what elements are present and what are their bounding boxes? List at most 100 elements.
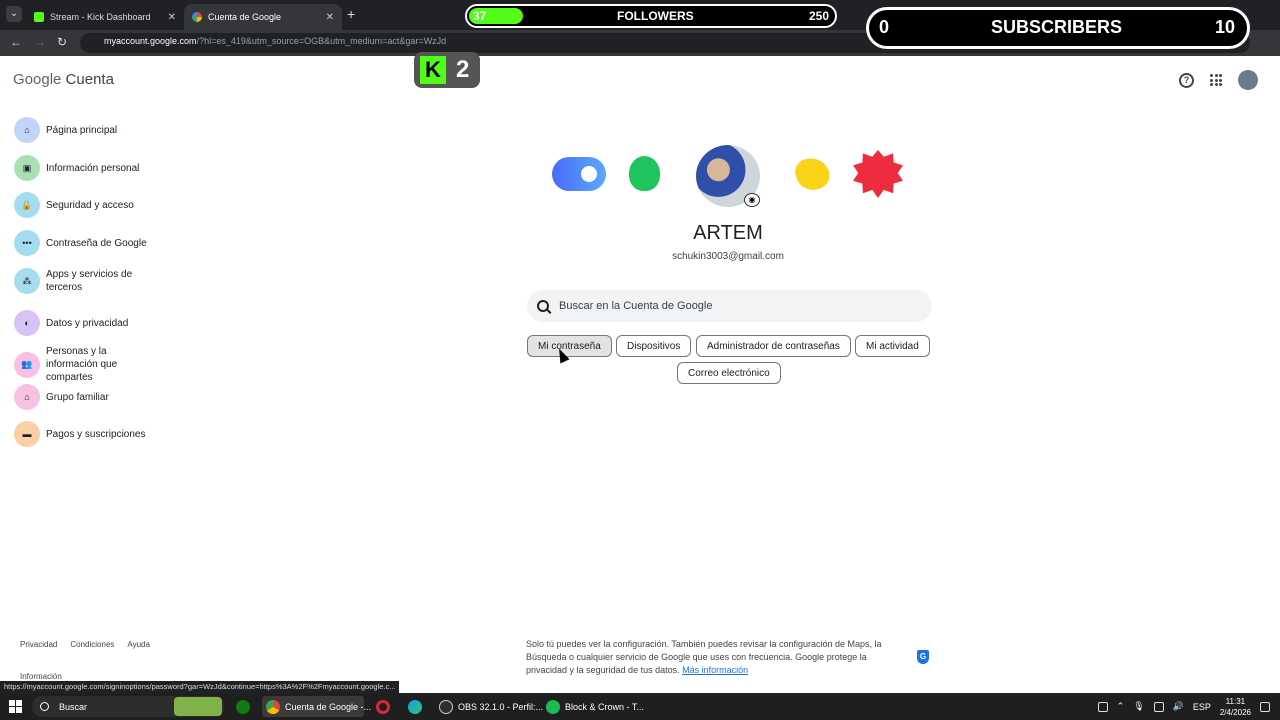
red-star-icon bbox=[853, 150, 903, 198]
followers-label: FOLLOWERS bbox=[617, 9, 694, 23]
windows-taskbar: Buscar Cuenta de Google -... OBS 32.1.0 … bbox=[0, 693, 1280, 720]
url-host: myaccount.google.com bbox=[104, 36, 197, 46]
taskbar-search[interactable]: Buscar bbox=[32, 696, 224, 717]
language-indicator[interactable]: ESP bbox=[1193, 702, 1211, 712]
taskbar-app-obs[interactable]: OBS 32.1.0 - Perfil:... bbox=[435, 696, 543, 717]
privacy-note: Solo tú puedes ver la configuración. Tam… bbox=[526, 638, 906, 677]
xbox-icon bbox=[236, 699, 250, 714]
tab-title: Stream - Kick Dashboard bbox=[50, 12, 151, 22]
lock-icon: 🔒 bbox=[14, 192, 40, 218]
chevron-up-icon[interactable]: ⌃ bbox=[1117, 701, 1125, 712]
sidebar-item-home[interactable]: ⌂ Página principal bbox=[14, 117, 184, 143]
footer-info[interactable]: Información bbox=[20, 672, 62, 681]
clock-time: 11:31 bbox=[1225, 696, 1246, 706]
close-icon[interactable]: ✕ bbox=[168, 12, 176, 23]
windows-start-icon[interactable] bbox=[9, 700, 22, 713]
footer-link-privacy[interactable]: Privacidad bbox=[20, 640, 57, 649]
sidebar-item-label: Información personal bbox=[46, 162, 140, 174]
family-icon: ⌂ bbox=[14, 384, 40, 410]
xbox-app[interactable] bbox=[232, 696, 254, 717]
sidebar-item-card[interactable]: ▬ Pagos y suscripciones bbox=[14, 421, 184, 447]
footer-links: Privacidad Condiciones Ayuda bbox=[20, 640, 150, 649]
kick-icon bbox=[34, 12, 44, 22]
volume-icon[interactable]: 🔊 bbox=[1173, 701, 1184, 712]
kick-logo-icon: K bbox=[420, 56, 446, 84]
search-icon bbox=[40, 702, 49, 711]
chip-password-manager[interactable]: Administrador de contraseñas bbox=[696, 335, 851, 357]
sidebar-item-label: Pagos y suscripciones bbox=[46, 428, 146, 440]
link-status-url: https://myaccount.google.com/signinoptio… bbox=[0, 681, 400, 693]
toggle-shape-icon bbox=[552, 157, 606, 191]
forward-arrow-icon[interactable]: → bbox=[34, 35, 46, 49]
clock-date: 2/4/2026 bbox=[1219, 707, 1251, 717]
tab-google-account[interactable]: Cuenta de Google ✕ bbox=[184, 4, 342, 30]
logo-product: Cuenta bbox=[65, 71, 114, 88]
opera-icon bbox=[376, 699, 390, 714]
google-account-logo[interactable]: Google Cuenta bbox=[13, 71, 114, 88]
notifications-icon[interactable] bbox=[1260, 701, 1270, 712]
share-icon: ⁂ bbox=[14, 268, 40, 294]
sidebar-item-label: Personas y la información que compartes bbox=[46, 346, 118, 383]
chip-devices[interactable]: Dispositivos bbox=[616, 335, 692, 357]
logo-google: Google bbox=[13, 71, 62, 88]
sidebar-item-label: Página principal bbox=[46, 124, 118, 136]
chip-email[interactable]: Correo electrónico bbox=[677, 362, 781, 384]
learn-more-link[interactable]: Más información bbox=[682, 665, 748, 675]
help-icon[interactable]: ? bbox=[1179, 72, 1194, 88]
edge-icon bbox=[408, 699, 422, 714]
profile-hero: ◉ bbox=[552, 145, 912, 215]
footer-link-help[interactable]: Ayuda bbox=[127, 640, 150, 649]
search-input[interactable] bbox=[559, 300, 899, 312]
reload-icon[interactable]: ↻ bbox=[57, 35, 67, 49]
kick-counter-badge: K 2 bbox=[414, 52, 480, 88]
clock[interactable]: 11:31 2/4/2026 bbox=[1220, 696, 1251, 718]
url-path: /?hl=es_419&utm_source=OGB&utm_medium=ac… bbox=[196, 36, 447, 46]
microphone-icon[interactable]: 🎙 bbox=[1133, 701, 1144, 712]
new-tab-button[interactable]: + bbox=[347, 6, 355, 22]
opera-app[interactable] bbox=[372, 696, 394, 717]
sidebar-item-id-card[interactable]: ▣ Información personal bbox=[14, 155, 184, 181]
id-card-icon: ▣ bbox=[14, 155, 40, 181]
subscribers-current: 0 bbox=[879, 17, 890, 37]
edge-app[interactable] bbox=[404, 696, 426, 717]
keyboard-icon[interactable] bbox=[1097, 701, 1108, 712]
people-icon: 👥 bbox=[14, 351, 40, 378]
toggle-icon: ◐ bbox=[14, 310, 40, 336]
kick-count: 2 bbox=[456, 56, 470, 83]
search-icon bbox=[537, 300, 549, 312]
sidebar-item-label: Grupo familiar bbox=[46, 391, 109, 403]
footer-link-terms[interactable]: Condiciones bbox=[70, 640, 114, 649]
followers-goal: 250 bbox=[808, 9, 829, 23]
taskbar-app-chrome[interactable]: Cuenta de Google -... bbox=[262, 696, 371, 717]
camera-icon[interactable]: ◉ bbox=[744, 193, 760, 207]
obs-icon bbox=[439, 699, 453, 714]
tab-kick-dashboard[interactable]: Stream - Kick Dashboard ✕ bbox=[26, 4, 184, 30]
sidebar-item-label: Seguridad y acceso bbox=[46, 199, 134, 211]
sidebar-item-share[interactable]: ⁂ Apps y servicios de terceros bbox=[14, 268, 184, 294]
sidebar-item-people[interactable]: 👥 Personas y la información que compartes bbox=[14, 345, 184, 384]
back-arrow-icon[interactable]: ← bbox=[10, 35, 22, 49]
avatar[interactable] bbox=[1238, 70, 1258, 90]
taskbar-app-label: Cuenta de Google -... bbox=[285, 701, 372, 712]
network-icon[interactable] bbox=[1153, 701, 1164, 712]
green-shape-icon bbox=[629, 156, 660, 191]
chip-my-activity[interactable]: Mi actividad bbox=[855, 335, 930, 357]
header-icons: ? bbox=[1179, 70, 1258, 90]
sidebar-item-family[interactable]: ⌂ Grupo familiar bbox=[14, 384, 184, 410]
taskbar-app-spotify[interactable]: Block & Crown - T... bbox=[542, 696, 644, 717]
close-icon[interactable]: ✕ bbox=[326, 12, 334, 23]
sidebar-item-toggle[interactable]: ◐ Datos y privacidad bbox=[14, 310, 184, 336]
chip-my-password[interactable]: Mi contraseña bbox=[527, 335, 612, 357]
home-icon: ⌂ bbox=[14, 117, 40, 143]
followers-current: 37 bbox=[473, 9, 487, 23]
google-icon bbox=[192, 12, 202, 22]
sidebar-item-lock[interactable]: 🔒 Seguridad y acceso bbox=[14, 192, 184, 218]
account-search-box[interactable] bbox=[527, 290, 932, 322]
followers-goal-overlay: 37 FOLLOWERS 250 bbox=[465, 4, 837, 28]
profile-name: ARTEM bbox=[693, 222, 763, 244]
sidebar-item-label: Apps y servicios de terceros bbox=[46, 269, 133, 293]
search-highlight-image bbox=[174, 697, 222, 716]
tab-search-button[interactable]: ⌄ bbox=[6, 6, 22, 22]
apps-grid-icon[interactable] bbox=[1210, 74, 1222, 86]
url-text[interactable]: myaccount.google.com/?hl=es_419&utm_sour… bbox=[104, 36, 446, 46]
